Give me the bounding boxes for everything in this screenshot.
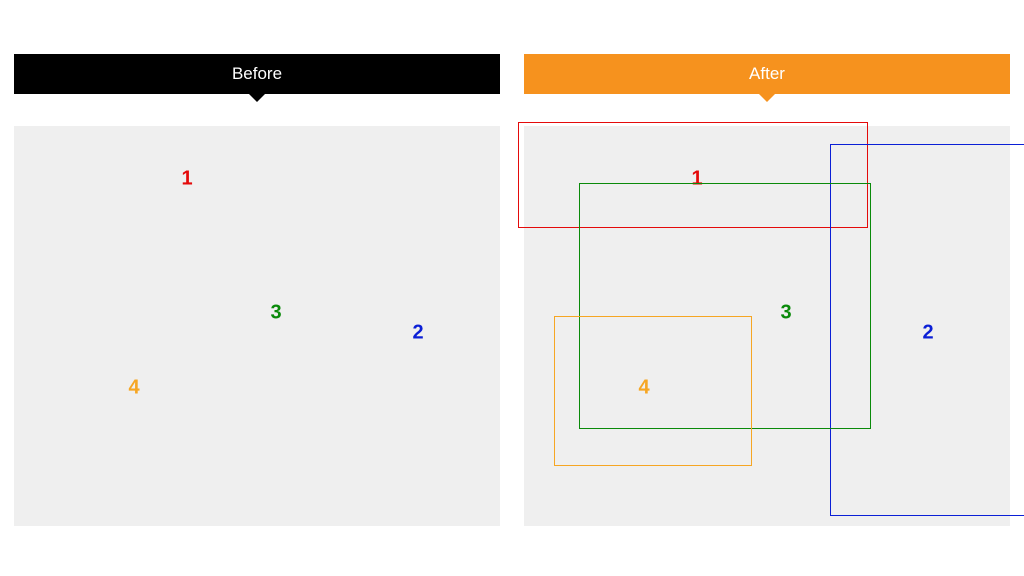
header-before-pointer-icon	[249, 94, 265, 102]
header-before: Before	[14, 54, 500, 94]
label-point-4: 4	[128, 377, 139, 400]
canvas-before: 1 2 3 4	[14, 126, 500, 526]
canvas-after: 1234	[524, 126, 1010, 526]
box-4	[554, 316, 752, 466]
label-point-3: 3	[270, 302, 281, 325]
header-after-pointer-icon	[759, 94, 775, 102]
header-after-label: After	[749, 64, 785, 83]
label-point-2: 2	[412, 322, 423, 345]
header-before-label: Before	[232, 64, 282, 83]
label-point-1: 1	[181, 168, 192, 191]
header-after: After	[524, 54, 1010, 94]
